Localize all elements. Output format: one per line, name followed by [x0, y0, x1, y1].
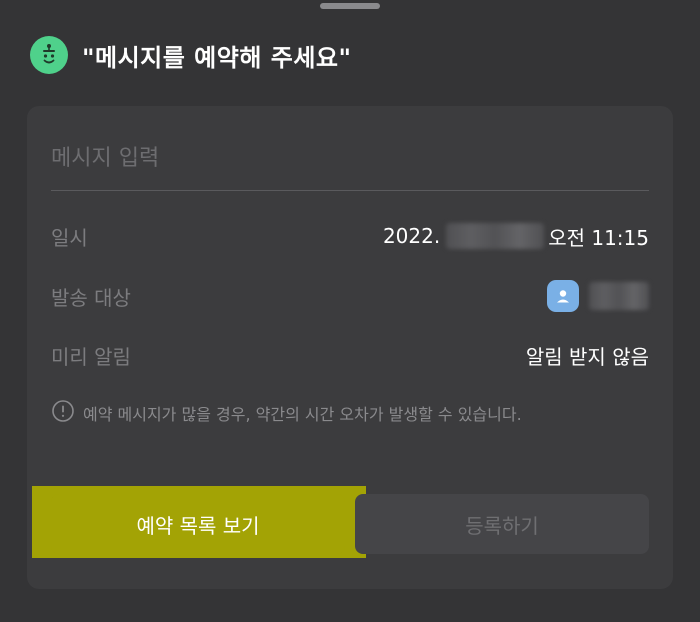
- notice-text: 예약 메시지가 많을 경우, 약간의 시간 오차가 발생할 수 있습니다.: [83, 405, 522, 424]
- bot-face-icon: [30, 36, 68, 74]
- reminder-row[interactable]: 미리 알림 알림 받지 않음: [51, 335, 649, 375]
- message-input[interactable]: [51, 136, 649, 180]
- input-divider: [51, 190, 649, 191]
- view-reservations-button[interactable]: 예약 목록 보기: [51, 494, 345, 554]
- schedule-message-sheet: "메시지를 예약해 주세요" 일시 2022. 오전 11:15 발송 대상: [0, 0, 700, 622]
- info-circle-icon: [51, 399, 75, 427]
- date-value[interactable]: 2022. 오전 11:15: [383, 222, 649, 251]
- reminder-value[interactable]: 알림 받지 않음: [526, 341, 649, 370]
- recipient-value[interactable]: [547, 280, 649, 312]
- reminder-label: 미리 알림: [51, 344, 131, 369]
- sheet-grab-handle[interactable]: [320, 3, 380, 9]
- page-title: "메시지를 예약해 주세요": [82, 43, 352, 72]
- sheet-header: "메시지를 예약해 주세요": [30, 36, 352, 74]
- date-row[interactable]: 일시 2022. 오전 11:15: [51, 216, 649, 256]
- profile-icon: [547, 280, 579, 312]
- notice: 예약 메시지가 많을 경우, 약간의 시간 오차가 발생할 수 있습니다.: [51, 399, 522, 427]
- redacted-date: [446, 223, 545, 249]
- date-year: 2022.: [382, 224, 441, 248]
- recipient-label: 발송 대상: [51, 285, 131, 310]
- register-button[interactable]: 등록하기: [355, 494, 649, 554]
- redacted-recipient-name: [589, 282, 649, 310]
- date-label: 일시: [51, 225, 88, 250]
- date-time: 오전 11:15: [548, 225, 649, 250]
- recipient-row[interactable]: 발송 대상: [51, 276, 649, 316]
